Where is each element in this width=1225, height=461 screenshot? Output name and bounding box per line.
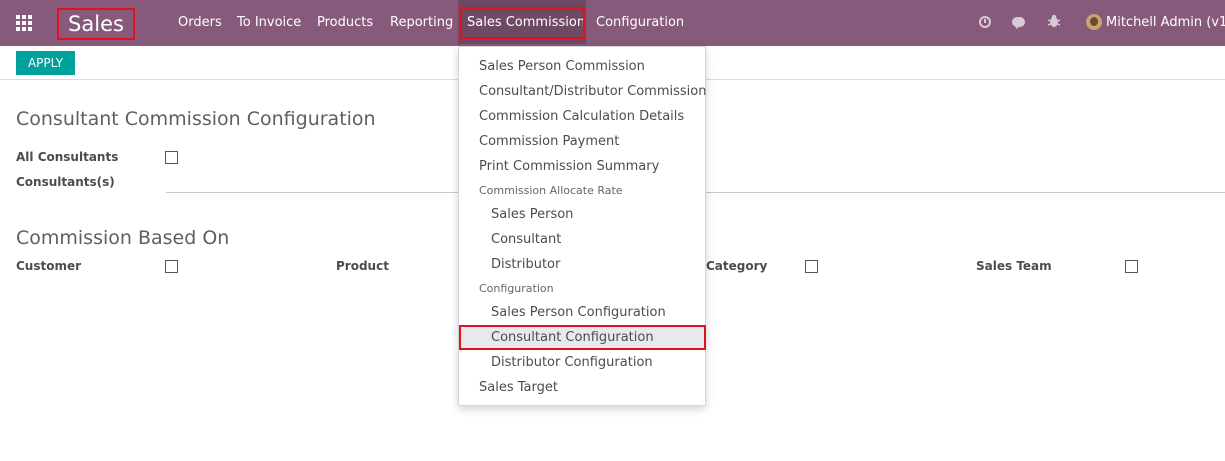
menu-item-consultant-distributor-commission[interactable]: Consultant/Distributor Commission: [479, 84, 706, 99]
chat-icon[interactable]: [1012, 17, 1025, 29]
menu-header-commission-allocate-rate: Commission Allocate Rate: [479, 184, 623, 197]
menu-item-distributor-configuration[interactable]: Distributor Configuration: [491, 355, 653, 370]
menu-item-allocate-consultant[interactable]: Consultant: [491, 232, 561, 247]
menu-header-configuration: Configuration: [479, 282, 554, 295]
menu-item-print-commission-summary[interactable]: Print Commission Summary: [479, 159, 659, 174]
user-menu[interactable]: Mitchell Admin (v12: [1106, 0, 1225, 46]
menu-orders[interactable]: Orders: [178, 0, 222, 46]
menu-item-commission-calculation-details[interactable]: Commission Calculation Details: [479, 109, 684, 124]
category-label: Category: [706, 259, 768, 273]
menu-highlight-box: [460, 7, 585, 39]
menu-to-invoice[interactable]: To Invoice: [237, 0, 301, 46]
bug-icon[interactable]: [1046, 14, 1062, 30]
consultants-label: Consultants(s): [16, 175, 115, 189]
all-consultants-label: All Consultants: [16, 150, 119, 164]
product-label: Product: [336, 259, 389, 273]
menu-products[interactable]: Products: [317, 0, 373, 46]
apps-icon[interactable]: [16, 15, 33, 32]
sales-commission-dropdown: Sales Person Commission Consultant/Distr…: [458, 46, 706, 406]
menu-item-sales-target[interactable]: Sales Target: [479, 380, 558, 395]
clock-icon[interactable]: [979, 16, 991, 28]
sales-team-checkbox[interactable]: [1125, 260, 1138, 273]
top-navbar: Sales Orders To Invoice Products Reporti…: [0, 0, 1225, 46]
customer-label: Customer: [16, 259, 82, 273]
apply-button[interactable]: APPLY: [16, 51, 75, 75]
menu-item-sales-person-configuration[interactable]: Sales Person Configuration: [491, 305, 666, 320]
menu-item-allocate-sales-person[interactable]: Sales Person: [491, 207, 573, 222]
app-brand[interactable]: Sales: [57, 8, 135, 40]
all-consultants-checkbox[interactable]: [165, 151, 178, 164]
menu-reporting[interactable]: Reporting: [390, 0, 453, 46]
menu-item-sales-person-commission[interactable]: Sales Person Commission: [479, 59, 645, 74]
customer-checkbox[interactable]: [165, 260, 178, 273]
category-checkbox[interactable]: [805, 260, 818, 273]
menu-item-commission-payment[interactable]: Commission Payment: [479, 134, 619, 149]
sales-team-label: Sales Team: [976, 259, 1052, 273]
menu-item-allocate-distributor[interactable]: Distributor: [491, 257, 560, 272]
section-title-commission-based-on: Commission Based On: [16, 227, 230, 249]
menu-configuration[interactable]: Configuration: [596, 0, 684, 46]
avatar[interactable]: [1086, 14, 1102, 30]
menu-item-consultant-configuration[interactable]: Consultant Configuration: [491, 330, 654, 345]
section-title-consultant-config: Consultant Commission Configuration: [16, 108, 376, 130]
